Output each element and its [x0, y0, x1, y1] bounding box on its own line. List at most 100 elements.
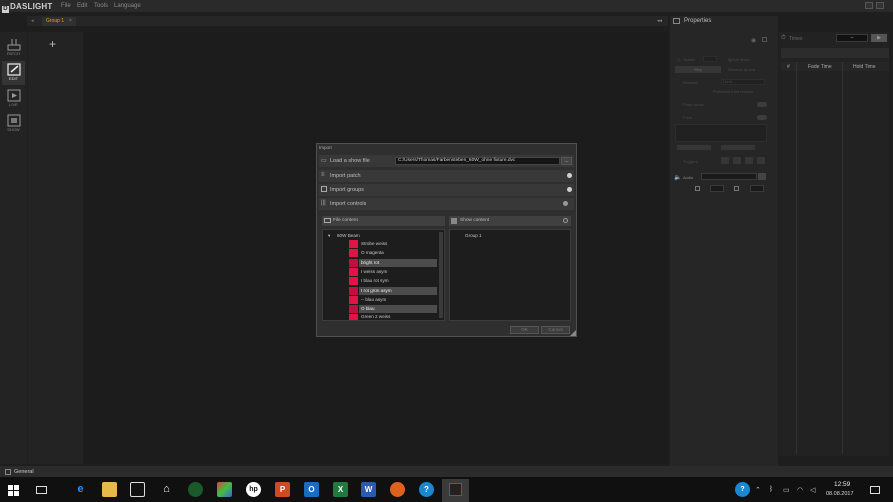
file-list-scrollbar[interactable]	[439, 232, 443, 318]
import-patch-toggle[interactable]	[567, 173, 572, 178]
task-view-icon[interactable]	[36, 486, 47, 494]
menu-file[interactable]: File	[61, 3, 71, 9]
store-icon[interactable]	[130, 482, 145, 497]
ignore-times-checkbox[interactable]: Ignore times	[728, 57, 750, 62]
show-file-path-input[interactable]: C:/Users/Thomas/Farbensteben_60W_ohne fi…	[395, 157, 560, 165]
audio-offset-input[interactable]	[750, 185, 764, 192]
status-tab-general[interactable]: General	[14, 469, 34, 475]
trigger-button-4[interactable]	[757, 157, 765, 164]
reverse-at-end-checkbox[interactable]: Reverse at end	[728, 67, 755, 72]
speed-input[interactable]	[703, 56, 717, 62]
flash-mode-toggle[interactable]	[757, 102, 767, 107]
release-label: Release	[683, 80, 698, 85]
cancel-button[interactable]: Cancel	[541, 326, 570, 334]
edge-icon[interactable]: e	[73, 482, 88, 497]
help-icon[interactable]: ?	[419, 482, 434, 497]
tool-show[interactable]: SHOW	[2, 112, 25, 136]
maximize-button[interactable]	[876, 2, 884, 9]
tool-live-label: LIVE	[9, 102, 18, 107]
collapse-panel-icon[interactable]: ◂◂	[657, 17, 662, 26]
speed-label: Speed	[683, 57, 695, 62]
audio-checkbox-1[interactable]	[695, 186, 700, 191]
hp-icon[interactable]: hp	[246, 482, 261, 497]
tray-chevron-icon[interactable]: ⌃	[755, 486, 761, 494]
tab-close-icon[interactable]: ×	[69, 17, 72, 26]
firefox-icon[interactable]	[390, 482, 405, 497]
clock-date[interactable]: 08.08.2017	[826, 491, 854, 497]
show-content-radio[interactable]	[563, 218, 568, 223]
fade-label: Fade	[683, 115, 693, 120]
live-icon	[7, 89, 20, 102]
protected-checkbox[interactable]: Protected from release	[713, 89, 753, 94]
file-item[interactable]: O magenta	[359, 249, 437, 257]
trigger-button-3[interactable]	[745, 157, 753, 164]
file-item[interactable]: I rot grün asym	[359, 287, 437, 295]
photos-icon[interactable]	[217, 482, 232, 497]
tool-patch[interactable]: PATCH	[2, 36, 25, 60]
file-item[interactable]: O blau	[359, 305, 437, 313]
audio-checkbox-2[interactable]	[734, 186, 739, 191]
excel-icon[interactable]: X	[333, 482, 348, 497]
audio-file-input[interactable]	[701, 173, 757, 180]
file-tree-root[interactable]: 60W Beam	[337, 233, 360, 238]
windows-start-icon[interactable]	[8, 485, 19, 498]
step-button[interactable]: Step	[675, 66, 721, 73]
tool-edit[interactable]: EDIT	[2, 61, 25, 85]
wifi-icon[interactable]: ◠	[797, 486, 803, 494]
file-item[interactable]: Green 2 weiss	[359, 314, 437, 320]
tool-show-label: SHOW	[7, 127, 20, 132]
tab-scroll-left-icon[interactable]: ◂	[31, 17, 34, 26]
file-item[interactable]: -- blau asym	[359, 296, 437, 304]
show-content-list[interactable]	[449, 229, 571, 321]
outlook-icon[interactable]: O	[304, 482, 319, 497]
volume-icon[interactable]: ◁	[810, 486, 815, 494]
steps-divider-2	[842, 62, 843, 454]
file-explorer-icon[interactable]	[102, 482, 117, 497]
menu-edit[interactable]: Edit	[77, 3, 87, 9]
patch-list-icon: ≡	[321, 172, 325, 178]
menu-language[interactable]: Language	[114, 3, 141, 9]
file-item[interactable]: I blau rot sym	[359, 277, 437, 285]
battery-icon[interactable]: ▭	[783, 486, 790, 494]
audio-browse-button[interactable]	[758, 173, 766, 180]
minimize-button[interactable]	[865, 2, 873, 9]
fade-out-slider[interactable]	[721, 145, 755, 150]
tray-help-icon[interactable]: ?	[735, 482, 750, 497]
steps-col-fade-time: Fade Time	[808, 64, 832, 70]
file-content-icon	[324, 218, 331, 223]
ok-button[interactable]: OK	[510, 326, 539, 334]
file-item[interactable]: bright rot	[359, 259, 437, 267]
browser-icon[interactable]	[188, 482, 203, 497]
word-icon[interactable]: W	[361, 482, 376, 497]
action-center-icon[interactable]	[870, 486, 880, 494]
load-show-label: Load a show file	[330, 158, 370, 164]
audio-volume-input[interactable]	[710, 185, 724, 192]
import-groups-toggle[interactable]	[567, 187, 572, 192]
groups-icon	[321, 186, 327, 192]
file-item[interactable]: Strobe weiss	[359, 240, 437, 248]
steps-col-number: #	[787, 64, 790, 70]
release-dropdown[interactable]: Nicht	[721, 79, 765, 85]
fade-in-slider[interactable]	[677, 145, 711, 150]
trigger-button-1[interactable]	[721, 157, 729, 164]
bluetooth-icon[interactable]: ᛒ	[769, 486, 773, 493]
home-icon[interactable]: ⌂	[159, 482, 174, 497]
play-icon[interactable]: ▶	[871, 34, 887, 42]
menu-tools[interactable]: Tools	[94, 3, 108, 9]
import-controls-toggle[interactable]	[563, 201, 568, 206]
show-item[interactable]: Group 1	[465, 233, 482, 238]
powerpoint-icon[interactable]: P	[275, 482, 290, 497]
trigger-button-2[interactable]	[733, 157, 741, 164]
resize-grip-icon[interactable]	[570, 330, 576, 336]
fade-toggle[interactable]	[757, 115, 767, 120]
times-value[interactable]: --	[836, 34, 868, 42]
tool-live[interactable]: LIVE	[2, 87, 25, 111]
file-item[interactable]: I weiss asym	[359, 268, 437, 276]
visibility-icon[interactable]: ◉	[751, 37, 756, 44]
add-button[interactable]: +	[49, 37, 56, 51]
browse-button[interactable]: ...	[561, 157, 572, 165]
clock-time[interactable]: 12:59	[834, 481, 850, 488]
lock-icon[interactable]	[762, 37, 767, 42]
daslight-window: D DASLIGHT File Edit Tools Language ◂ Gro…	[0, 0, 893, 502]
tree-expand-icon[interactable]: ▾	[328, 233, 330, 239]
